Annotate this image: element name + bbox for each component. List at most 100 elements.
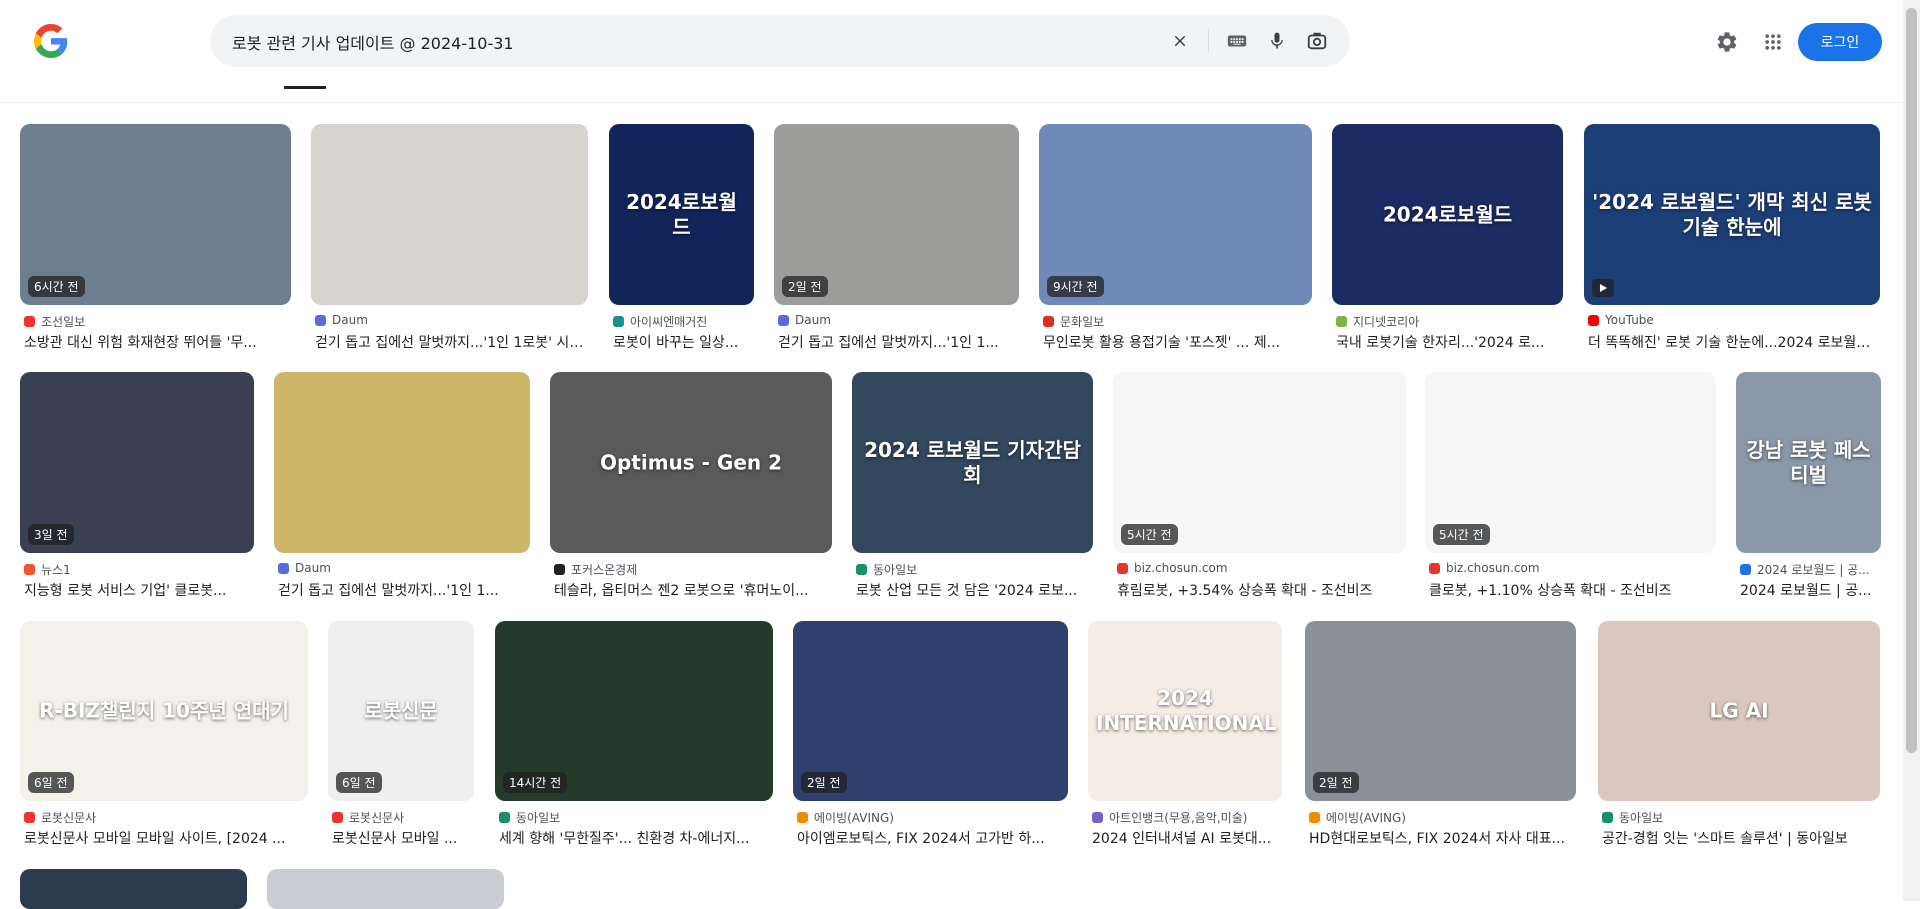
google-logo[interactable] [34,24,68,58]
result-tile[interactable]: 강남 로봇 페스티벌 2024 로보월드 | 공... 2024 로보월드 | 공.… [1736,372,1881,602]
result-source[interactable]: 뉴스1 [24,561,250,578]
favicon-icon [1602,812,1613,823]
result-title[interactable]: 무인로봇 활용 용접기술 '포스젯' ... 제... [1043,332,1308,352]
result-source[interactable]: 로봇신문사 [332,809,470,826]
result-title[interactable]: 세계 향해 '무한질주'... 친환경 차-에너지... [499,828,769,848]
result-title[interactable]: 소방관 대신 위험 화재현장 뛰어들 '무... [24,332,287,352]
keyboard-button[interactable] [1224,28,1250,54]
source-name: 아트인뱅크(무용,음악,미술) [1109,811,1248,825]
result-tile[interactable]: Optimus - Gen 2 포커스온경제 테슬라, 옵티머스 젠2 로봇으로 '… [550,372,832,602]
result-title[interactable]: 국내 로봇기술 한자리...'2024 로... [1336,332,1559,352]
result-source[interactable]: 문화일보 [1043,313,1308,330]
result-source[interactable]: 동아일보 [499,809,769,826]
result-source[interactable]: YouTube [1588,313,1876,327]
close-icon [1174,35,1186,47]
result-tile-partial[interactable] [267,869,504,909]
result-tile[interactable]: 2024 로보월드 기자간담회 동아일보 로봇 산업 모든 것 담은 '2024 로… [852,372,1093,602]
time-badge: 5시간 전 [1433,524,1490,545]
result-source[interactable]: Daum [278,561,526,575]
result-title[interactable]: 테슬라, 옵티머스 젠2 로봇으로 '휴머노이... [554,580,828,600]
clear-button[interactable] [1167,28,1193,54]
result-title[interactable]: 로봇 산업 모든 것 담은 '2024 로보... [856,580,1089,600]
result-thumbnail: 로봇신문 6일 전 [328,621,474,801]
time-badge: 5시간 전 [1121,524,1178,545]
result-source[interactable]: biz.chosun.com [1429,561,1712,575]
result-tile[interactable]: Daum 걷기 돕고 집에선 말벗까지...'1인 1로봇' 시대... [311,124,588,354]
result-tile[interactable]: 2일 전 Daum 걷기 돕고 집에선 말벗까지...'1인 1... [774,124,1019,354]
result-source[interactable]: 에이빙(AVING) [797,809,1064,826]
result-title[interactable]: 공간-경험 잇는 '스마트 솔루션' | 동아일보 [1602,828,1876,848]
thumbnail-image [311,124,588,305]
result-source[interactable]: 지디넷코리아 [1336,313,1559,330]
favicon-icon [1740,564,1751,575]
result-title[interactable]: 지능형 로봇 서비스 기업' 클로봇... [24,580,250,600]
result-title[interactable]: 더 똑똑해진' 로봇 기술 한눈에...2024 로보월드... [1588,332,1876,352]
result-title[interactable]: 로봇신문사 모바일 ... [332,828,470,848]
time-badge: 9시간 전 [1047,276,1104,297]
apps-button[interactable] [1759,28,1787,56]
favicon-icon [1092,812,1103,823]
result-tile[interactable]: 14시간 전 동아일보 세계 향해 '무한질주'... 친환경 차-에너지... [495,621,773,850]
play-icon [1592,279,1614,297]
result-title[interactable]: 로봇신문사 모바일 모바일 사이트, [2024 ... [24,828,304,848]
result-title[interactable]: 걷기 돕고 집에선 말벗까지...'1인 1로봇' 시대... [315,332,584,352]
settings-button[interactable] [1713,28,1741,56]
result-tile[interactable]: 2일 전 에이빙(AVING) HD현대로보틱스, FIX 2024서 자사 대표.… [1305,621,1576,850]
result-title[interactable]: 2024 인터내셔널 AI 로봇대... [1092,828,1278,848]
result-tile[interactable]: R-BIZ챌린지 10주년 연대기 6일 전 로봇신문사 로봇신문사 모바일 모바일 … [20,621,308,850]
favicon-icon [554,564,565,575]
result-tile[interactable]: 2024 INTERNATIONAL 아트인뱅크(무용,음악,미술) 2024 인터… [1088,621,1282,850]
result-title[interactable]: HD현대로보틱스, FIX 2024서 자사 대표... [1309,828,1572,848]
thumbnail-text: R-BIZ챌린지 10주년 연대기 [39,698,289,723]
result-title[interactable]: 클로봇, +1.10% 상승폭 확대 - 조선비즈 [1429,580,1712,600]
thumbnail-text: '2024 로보월드' 개막 최신 로봇 기술 한눈에 [1592,189,1872,239]
result-source[interactable]: 아이씨엔매거진 [613,313,750,330]
result-tile[interactable]: 로봇신문 6일 전로봇신문사로봇신문사 모바일 ... [328,621,474,850]
login-button[interactable]: 로그인 [1798,23,1882,61]
thumbnail-text: 로봇신문 [364,698,438,723]
image-search-button[interactable] [1304,28,1330,54]
result-title[interactable]: 휴림로봇, +3.54% 상승폭 확대 - 조선비즈 [1117,580,1402,600]
search-divider [1208,29,1209,53]
favicon-icon [24,316,35,327]
result-tile[interactable]: 5시간 전 biz.chosun.com 클로봇, +1.10% 상승폭 확대 - … [1425,372,1716,602]
result-source[interactable]: Daum [778,313,1015,327]
result-tile[interactable]: Daum 걷기 돕고 집에선 말벗까지...'1인 1... [274,372,530,602]
result-source[interactable]: 아트인뱅크(무용,음악,미술) [1092,809,1278,826]
result-source[interactable]: 동아일보 [1602,809,1876,826]
result-tile[interactable]: LG AI 동아일보 공간-경험 잇는 '스마트 솔루션' | 동아일보 [1598,621,1880,850]
result-source[interactable]: 2024 로보월드 | 공... [1740,561,1877,578]
result-thumbnail: 5시간 전 [1425,372,1716,553]
result-tile[interactable]: '2024 로보월드' 개막 최신 로봇 기술 한눈에 YouTube 더 똑똑해진… [1584,124,1880,354]
result-source[interactable]: 조선일보 [24,313,287,330]
source-name: 에이빙(AVING) [814,811,894,825]
result-title[interactable]: 로봇이 바꾸는 일상... [613,332,750,352]
result-tile[interactable]: 2일 전 에이빙(AVING) 아이엠로보틱스, FIX 2024서 고가반 하..… [793,621,1068,850]
result-thumbnail [20,869,247,909]
result-tile[interactable]: 2024로보월드 아이씨엔매거진 로봇이 바꾸는 일상... [609,124,754,354]
result-title[interactable]: 걷기 돕고 집에선 말벗까지...'1인 1... [278,580,526,600]
result-title[interactable]: 걷기 돕고 집에선 말벗까지...'1인 1... [778,332,1015,352]
result-tile-partial[interactable] [20,869,247,909]
result-thumbnail: 5시간 전 [1113,372,1406,553]
result-tile[interactable]: 2024로보월드지디넷코리아국내 로봇기술 한자리...'2024 로... [1332,124,1563,354]
result-tile[interactable]: 5시간 전 biz.chosun.com 휴림로봇, +3.54% 상승폭 확대 -… [1113,372,1406,602]
result-title[interactable]: 아이엠로보틱스, FIX 2024서 고가반 하... [797,828,1064,848]
result-title[interactable]: 2024 로보월드 | 공... [1740,580,1877,600]
result-source[interactable]: 에이빙(AVING) [1309,809,1572,826]
result-source[interactable]: 포커스온경제 [554,561,828,578]
voice-search-button[interactable] [1264,28,1290,54]
source-name: 조선일보 [41,315,86,329]
result-source[interactable]: 동아일보 [856,561,1089,578]
result-source[interactable]: 로봇신문사 [24,809,304,826]
result-tile[interactable]: 6시간 전 조선일보 소방관 대신 위험 화재현장 뛰어들 '무... [20,124,291,354]
scrollbar-thumb[interactable] [1906,8,1917,753]
source-name: 문화일보 [1060,315,1105,329]
result-source[interactable]: biz.chosun.com [1117,561,1402,575]
result-tile[interactable]: 3일 전 뉴스1 지능형 로봇 서비스 기업' 클로봇... [20,372,254,602]
thumbnail-text: 2024로보월드 [1382,202,1513,226]
result-source[interactable]: Daum [315,313,584,327]
search-input[interactable] [230,15,1134,69]
scrollbar[interactable] [1903,0,1920,901]
result-tile[interactable]: 9시간 전문화일보무인로봇 활용 용접기술 '포스젯' ... 제... [1039,124,1312,354]
